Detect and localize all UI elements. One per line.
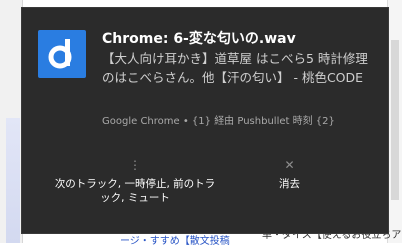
notification-title: Chrome: 6-変な匂いの.wav (102, 31, 296, 47)
dismiss-action-label: 消去 (279, 178, 300, 190)
background-page-left (0, 0, 23, 243)
notification-attribution: Google Chrome • {1} 経由 Pushbullet 時刻 {2} (102, 116, 335, 127)
dismiss-action-button[interactable]: ✕ 消去 (227, 158, 352, 218)
media-controls-action-button[interactable]: ⋮ 次のトラック, 一時停止, 前のトラック, ミュート (50, 158, 220, 218)
background-page-link[interactable]: ージ・すすめ【散文投稿 (120, 232, 230, 247)
background-strip (6, 118, 20, 243)
close-icon: ✕ (284, 158, 295, 172)
notification-toast[interactable]: Chrome: 6-変な匂いの.wav 【大人向け耳かき】道草屋 はこべら5 時… (22, 8, 388, 233)
more-options-icon: ⋮ (129, 158, 141, 172)
notification-body: 【大人向け耳かき】道草屋 はこべら5 時計修理のはこべらさん。他【汗の匂い】 -… (102, 51, 368, 85)
pushbullet-d-icon (38, 30, 86, 78)
media-controls-action-label: 次のトラック, 一時停止, 前のトラック, ミュート (54, 178, 216, 204)
background-scrollbar (387, 0, 402, 243)
background-scrollbar-thumb (391, 40, 399, 200)
